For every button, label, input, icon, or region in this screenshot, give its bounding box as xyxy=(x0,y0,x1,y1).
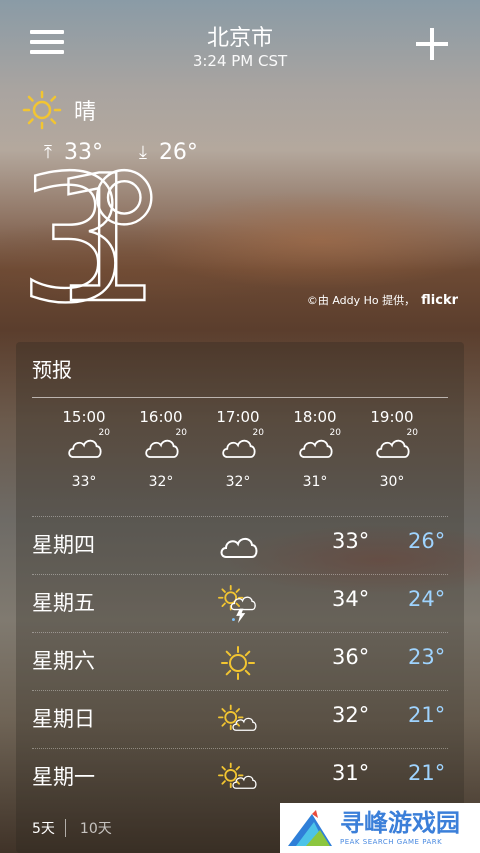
app-header: 北京市 3:24 PM CST xyxy=(0,0,480,80)
credit-text: ©由 Addy Ho 提供， xyxy=(306,294,416,307)
forecast-panel: 预报 15:00 20 33° 16:00 20 32° 17:00 20 32° 18:00 20… xyxy=(16,342,464,853)
thunderstorm-icon xyxy=(218,585,262,625)
hour-temp: 33° xyxy=(71,474,97,490)
hour-temp: 32° xyxy=(148,474,174,490)
cloudy-icon xyxy=(218,527,262,567)
sun-icon xyxy=(218,643,262,683)
cloudy-icon: 20 xyxy=(200,428,276,470)
temperature-number: 31° xyxy=(18,160,168,310)
partly-cloudy-icon xyxy=(218,701,262,741)
hourly-item: 16:00 20 32° xyxy=(123,404,199,490)
current-temperature: 31° xyxy=(17,138,258,343)
day-high: 32° xyxy=(332,703,370,727)
day-name: 星期日 xyxy=(32,707,95,731)
hourly-forecast[interactable]: 15:00 20 33° 16:00 20 32° 17:00 20 32° 18:00 20 31°… xyxy=(16,404,448,514)
condition-text: 晴 xyxy=(74,100,97,125)
daily-forecast: 星期四 33° 26° 星期五 34° 24° 星期六 36° 23° 星期日 32° 21° 星期一 3… xyxy=(16,516,464,806)
day-name: 星期六 xyxy=(32,649,95,673)
day-low: 21° xyxy=(408,761,446,785)
day-high: 34° xyxy=(332,587,370,611)
forecast-tabs: 5天 10天 xyxy=(32,818,122,838)
hourly-item: 20 2 xyxy=(431,404,448,490)
partly-cloudy-icon xyxy=(218,759,262,799)
hour-time: 16:00 xyxy=(139,408,183,426)
day-name: 星期一 xyxy=(32,765,95,789)
watermark-subtitle: PEAK SEARCH GAME PARK xyxy=(340,837,443,846)
city-name[interactable]: 北京市 xyxy=(0,20,480,52)
day-high: 33° xyxy=(332,529,370,553)
day-low: 21° xyxy=(408,703,446,727)
cloudy-icon xyxy=(431,430,448,470)
hour-time: 20 xyxy=(431,408,448,426)
hour-time: 19:00 xyxy=(370,408,414,426)
divider xyxy=(32,397,448,398)
hourly-item: 15:00 20 33° xyxy=(46,404,122,490)
daily-row[interactable]: 星期五 34° 24° xyxy=(32,574,448,632)
current-condition: 晴 xyxy=(22,90,96,130)
watermark-title: 寻峰游戏园 xyxy=(340,808,460,837)
precip-chance: 20 xyxy=(406,428,418,438)
cloudy-icon: 20 xyxy=(123,428,199,470)
precip-chance: 20 xyxy=(252,428,264,438)
hour-temp: 31° xyxy=(302,474,328,490)
mountain-logo-icon xyxy=(288,810,332,846)
daily-row[interactable]: 星期四 33° 26° xyxy=(32,516,448,574)
precip-chance: 20 xyxy=(175,428,187,438)
day-low: 23° xyxy=(408,645,446,669)
flickr-logo: flickr xyxy=(421,292,458,308)
cloudy-icon: 20 xyxy=(46,428,122,470)
daily-row[interactable]: 星期六 36° 23° xyxy=(32,632,448,690)
hourly-item: 17:00 20 32° xyxy=(200,404,276,490)
hour-temp: 32° xyxy=(225,474,251,490)
hour-temp: 30° xyxy=(379,474,405,490)
daily-row[interactable]: 星期一 31° 21° xyxy=(32,748,448,806)
add-location-icon[interactable] xyxy=(416,28,448,60)
tab-10-day[interactable]: 10天 xyxy=(80,818,112,838)
hour-time: 17:00 xyxy=(216,408,260,426)
cloudy-icon: 20 xyxy=(354,428,430,470)
precip-chance: 20 xyxy=(329,428,341,438)
day-high: 36° xyxy=(332,645,370,669)
cloudy-icon: 20 xyxy=(277,428,353,470)
hour-time: 18:00 xyxy=(293,408,337,426)
day-name: 星期四 xyxy=(32,533,95,557)
day-low: 24° xyxy=(408,587,446,611)
hour-temp: 2 xyxy=(431,474,448,490)
hourly-item: 19:00 20 30° xyxy=(354,404,430,490)
daily-row[interactable]: 星期日 32° 21° xyxy=(32,690,448,748)
precip-chance: 20 xyxy=(98,428,110,438)
day-low: 26° xyxy=(408,529,446,553)
forecast-title: 预报 xyxy=(32,358,72,382)
day-name: 星期五 xyxy=(32,591,95,615)
hourly-item: 18:00 20 31° xyxy=(277,404,353,490)
sun-icon xyxy=(22,90,62,130)
watermark-logo: 寻峰游戏园 PEAK SEARCH GAME PARK xyxy=(280,803,480,853)
local-time: 3:24 PM CST xyxy=(192,52,288,70)
tab-5-day[interactable]: 5天 xyxy=(32,818,55,838)
photo-credit[interactable]: ©由 Addy Ho 提供， flickr xyxy=(307,292,458,308)
hour-time: 15:00 xyxy=(62,408,106,426)
day-high: 31° xyxy=(332,761,370,785)
tab-divider xyxy=(64,819,66,837)
